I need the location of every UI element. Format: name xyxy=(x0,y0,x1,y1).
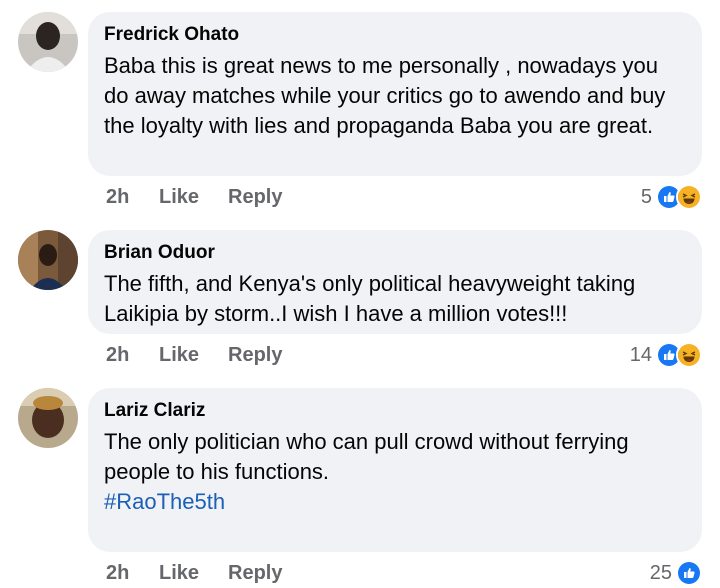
reaction-count: 5 xyxy=(640,185,652,208)
like-icon xyxy=(676,560,702,586)
comment-bubble: Brian Oduor The fifth, and Kenya's only … xyxy=(88,230,702,334)
comment-timestamp[interactable]: 2h xyxy=(106,186,129,209)
reaction-summary[interactable]: 14 xyxy=(630,340,702,370)
reaction-count: 14 xyxy=(629,343,652,366)
comment-author[interactable]: Brian Oduor xyxy=(104,242,686,264)
haha-icon xyxy=(676,342,702,368)
haha-icon xyxy=(676,184,702,210)
comment-text: The fifth, and Kenya's only political he… xyxy=(104,271,636,326)
comment-timestamp[interactable]: 2h xyxy=(106,562,129,585)
comment-text-body: The only politician who can pull crowd w… xyxy=(104,429,629,484)
comment-timestamp[interactable]: 2h xyxy=(106,344,129,367)
like-button[interactable]: Like xyxy=(159,186,199,209)
reaction-count: 25 xyxy=(649,561,672,584)
comment-author[interactable]: Fredrick Ohato xyxy=(104,24,686,46)
avatar[interactable] xyxy=(18,388,78,448)
reaction-summary[interactable]: 25 xyxy=(650,558,702,588)
comment-bubble: Lariz Clariz The only politician who can… xyxy=(88,388,702,552)
comment-bubble: Fredrick Ohato Baba this is great news t… xyxy=(88,12,702,176)
comment-text: Baba this is great news to me personally… xyxy=(104,53,666,138)
reply-button[interactable]: Reply xyxy=(228,186,282,209)
avatar[interactable] xyxy=(18,12,78,72)
comment-text: The only politician who can pull crowd w… xyxy=(104,427,686,517)
avatar[interactable] xyxy=(18,230,78,290)
reply-button[interactable]: Reply xyxy=(228,562,282,585)
reply-button[interactable]: Reply xyxy=(228,344,282,367)
like-button[interactable]: Like xyxy=(159,344,199,367)
hashtag-link[interactable]: #RaoThe5th xyxy=(104,487,686,517)
reaction-summary[interactable]: 5 xyxy=(641,182,702,212)
comment-author[interactable]: Lariz Clariz xyxy=(104,400,686,422)
like-button[interactable]: Like xyxy=(159,562,199,585)
